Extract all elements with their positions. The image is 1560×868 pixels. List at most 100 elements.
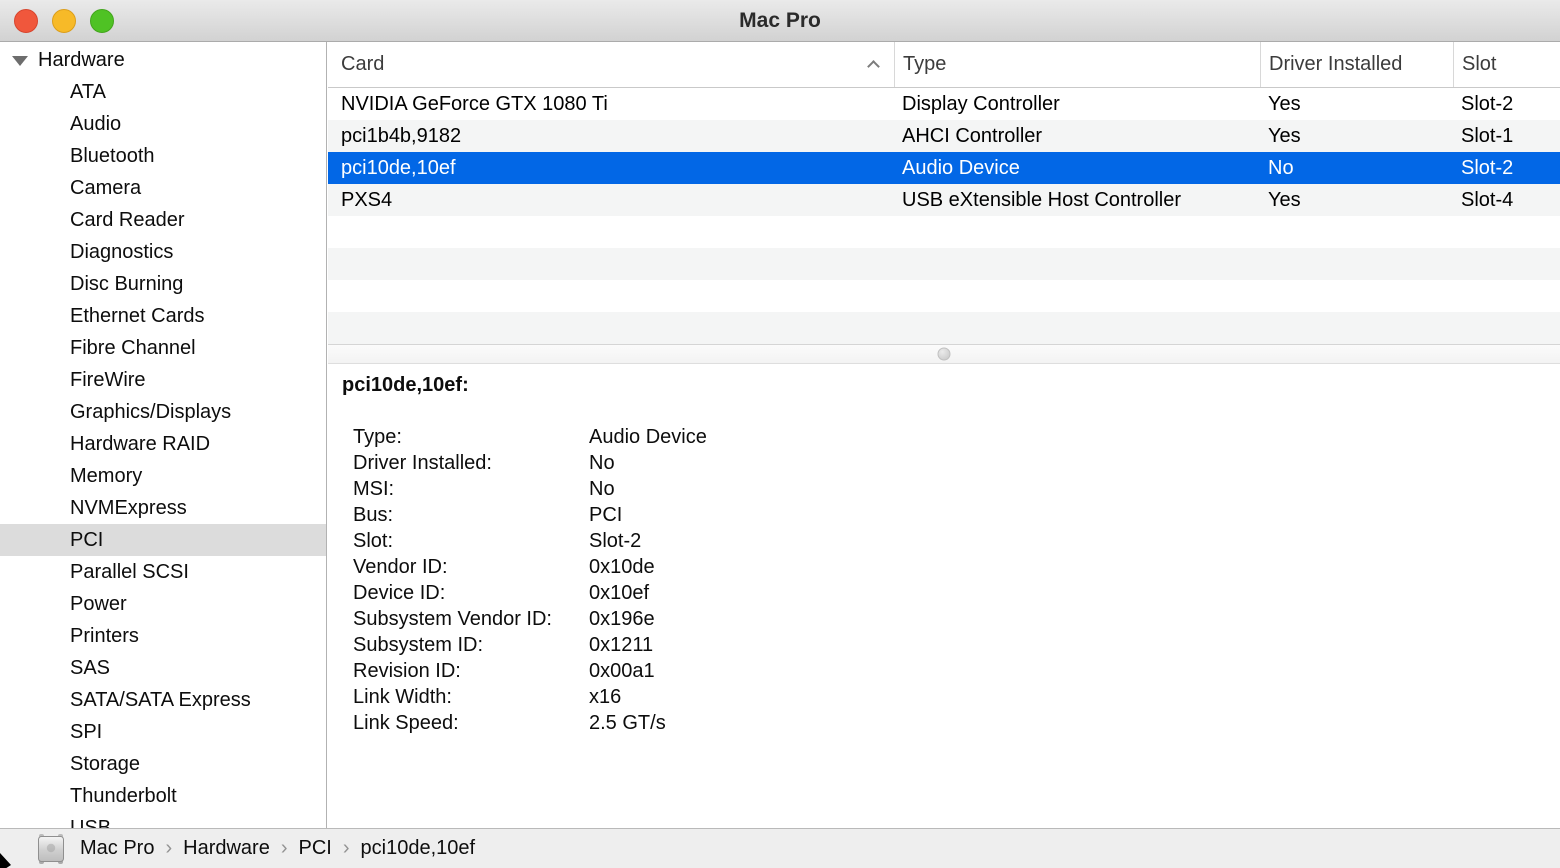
column-header-driver-installed[interactable]: Driver Installed <box>1260 42 1453 87</box>
detail-field: Type: Audio Device <box>342 424 1560 450</box>
table-header: Card Type Driver Installed Slot <box>328 42 1560 88</box>
detail-field-label: Link Width: <box>353 686 452 708</box>
sidebar-item-audio[interactable]: Audio <box>0 108 326 140</box>
sidebar-item-hardware-raid[interactable]: Hardware RAID <box>0 428 326 460</box>
cell-driver-installed: Yes <box>1268 125 1301 147</box>
breadcrumb: Mac Pro › Hardware › PCI › pci10de,10ef <box>80 837 475 860</box>
sidebar-item-pci[interactable]: PCI <box>0 524 326 556</box>
sidebar-group-hardware[interactable]: Hardware <box>0 44 326 76</box>
breadcrumb-item-mac-pro: Mac Pro <box>80 837 155 859</box>
sidebar-item-fibre-channel[interactable]: Fibre Channel <box>0 332 326 364</box>
detail-field-value: No <box>589 452 615 474</box>
detail-field: MSI: No <box>342 476 1560 502</box>
pci-device-table: NVIDIA GeForce GTX 1080 Ti Display Contr… <box>328 88 1560 344</box>
sidebar-item-camera[interactable]: Camera <box>0 172 326 204</box>
cell-type: Display Controller <box>902 93 1060 115</box>
detail-field: Subsystem ID: 0x1211 <box>342 632 1560 658</box>
column-header-card[interactable]: Card <box>328 42 894 87</box>
sidebar-item-spi[interactable]: SPI <box>0 716 326 748</box>
detail-field: Revision ID: 0x00a1 <box>342 658 1560 684</box>
detail-field: Slot: Slot-2 <box>342 528 1560 554</box>
sidebar-item-parallel-scsi[interactable]: Parallel SCSI <box>0 556 326 588</box>
detail-field: Bus: PCI <box>342 502 1560 528</box>
main-pane: Card Type Driver Installed Slot NVIDIA G… <box>328 42 1560 828</box>
cell-slot: Slot-2 <box>1461 93 1514 115</box>
detail-field-value: Audio Device <box>589 426 707 448</box>
detail-field-label: Revision ID: <box>353 660 461 682</box>
empty-table-row[interactable] <box>328 216 1560 248</box>
pane-splitter[interactable] <box>328 344 1560 364</box>
disclosure-triangle-icon[interactable] <box>12 56 28 66</box>
detail-field-label: MSI: <box>353 478 395 500</box>
sidebar-item-ata[interactable]: ATA <box>0 76 326 108</box>
detail-field-value: 0x10ef <box>589 582 650 604</box>
sidebar-item-printers[interactable]: Printers <box>0 620 326 652</box>
splitter-handle-icon[interactable] <box>937 347 951 361</box>
cell-driver-installed: Yes <box>1268 93 1301 115</box>
breadcrumb-item-hardware: Hardware <box>183 837 270 859</box>
title-bar[interactable]: Mac Pro <box>0 0 1560 42</box>
detail-field-value: No <box>589 478 615 500</box>
column-header-slot[interactable]: Slot <box>1453 42 1560 87</box>
zoom-button[interactable] <box>90 9 114 33</box>
sidebar-item-usb[interactable]: USB <box>0 812 326 828</box>
sidebar-item-firewire[interactable]: FireWire <box>0 364 326 396</box>
chevron-up-icon <box>867 60 880 73</box>
cell-type: AHCI Controller <box>902 125 1043 147</box>
detail-field-value: 0x196e <box>589 608 655 630</box>
detail-field: Subsystem Vendor ID: 0x196e <box>342 606 1560 632</box>
detail-field-value: PCI <box>589 504 623 526</box>
minimize-button[interactable] <box>52 9 76 33</box>
cell-card: PXS4 <box>341 189 393 211</box>
table-row[interactable]: pci10de,10ef Audio Device No Slot-2 <box>328 152 1560 184</box>
sidebar-item-nvmexpress[interactable]: NVMExpress <box>0 492 326 524</box>
sidebar-item-disc-burning[interactable]: Disc Burning <box>0 268 326 300</box>
detail-field-value: x16 <box>589 686 622 708</box>
cell-card: pci1b4b,9182 <box>341 125 462 147</box>
sidebar-item-ethernet-cards[interactable]: Ethernet Cards <box>0 300 326 332</box>
sidebar-item-memory[interactable]: Memory <box>0 460 326 492</box>
detail-field-label: Link Speed: <box>353 712 459 734</box>
detail-field-label: Slot: <box>353 530 394 552</box>
table-row[interactable]: NVIDIA GeForce GTX 1080 Ti Display Contr… <box>328 88 1560 120</box>
window-title: Mac Pro <box>739 9 821 32</box>
close-button[interactable] <box>14 9 38 33</box>
system-information-window: Mac Pro Hardware ATA Audio Bluetooth Camera… <box>0 0 1560 868</box>
sidebar-item-storage[interactable]: Storage <box>0 748 326 780</box>
detail-field: Driver Installed: No <box>342 450 1560 476</box>
cell-type: USB eXtensible Host Controller <box>902 189 1182 211</box>
cell-card: NVIDIA GeForce GTX 1080 Ti <box>341 93 608 115</box>
mac-pro-icon <box>38 833 64 864</box>
detail-field-value: 0x00a1 <box>589 660 655 682</box>
sidebar-item-diagnostics[interactable]: Diagnostics <box>0 236 326 268</box>
sidebar-item-bluetooth[interactable]: Bluetooth <box>0 140 326 172</box>
breadcrumb-separator: › <box>280 837 288 859</box>
status-bar: Mac Pro › Hardware › PCI › pci10de,10ef <box>0 828 1560 868</box>
sidebar: Hardware ATA Audio Bluetooth Camera Card Rea… <box>0 42 327 828</box>
breadcrumb-item-pci: PCI <box>298 837 332 859</box>
cell-slot: Slot-4 <box>1461 189 1514 211</box>
detail-field-value: 0x1211 <box>589 634 654 656</box>
detail-field: Vendor ID: 0x10de <box>342 554 1560 580</box>
detail-field-list: Type: Audio Device Driver Installed: No … <box>342 424 1560 736</box>
cell-driver-installed: Yes <box>1268 189 1301 211</box>
window-controls <box>14 9 114 33</box>
empty-table-row[interactable] <box>328 280 1560 312</box>
detail-field: Link Speed: 2.5 GT/s <box>342 710 1560 736</box>
table-row[interactable]: pci1b4b,9182 AHCI Controller Yes Slot-1 <box>328 120 1560 152</box>
table-row[interactable]: PXS4 USB eXtensible Host Controller Yes … <box>328 184 1560 216</box>
empty-table-row[interactable] <box>328 312 1560 344</box>
detail-heading: pci10de,10ef: <box>342 374 469 396</box>
sidebar-item-sas[interactable]: SAS <box>0 652 326 684</box>
sidebar-item-power[interactable]: Power <box>0 588 326 620</box>
sidebar-item-sata-sata-express[interactable]: SATA/SATA Express <box>0 684 326 716</box>
sidebar-item-thunderbolt[interactable]: Thunderbolt <box>0 780 326 812</box>
sidebar-item-graphics-displays[interactable]: Graphics/Displays <box>0 396 326 428</box>
detail-field-label: Driver Installed: <box>353 452 492 474</box>
detail-field: Device ID: 0x10ef <box>342 580 1560 606</box>
column-header-type[interactable]: Type <box>894 42 1260 87</box>
empty-table-row[interactable] <box>328 248 1560 280</box>
sidebar-item-card-reader[interactable]: Card Reader <box>0 204 326 236</box>
breadcrumb-item-pci10de-10ef: pci10de,10ef <box>360 837 476 859</box>
cell-driver-installed: No <box>1268 157 1294 179</box>
